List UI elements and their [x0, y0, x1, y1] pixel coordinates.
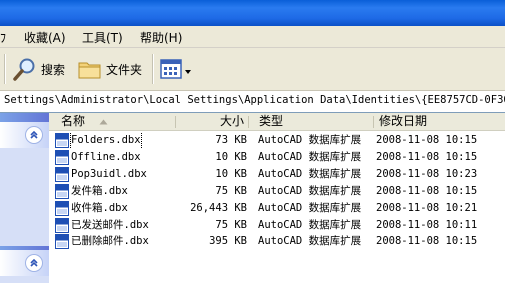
file-name-cell[interactable]: 收件箱.dbx [55, 200, 175, 217]
dbx-file-icon [55, 183, 69, 199]
views-icon [160, 58, 182, 80]
column-name[interactable]: 名称 [49, 113, 175, 130]
dbx-file-icon [55, 234, 69, 250]
table-row[interactable]: Offline.dbx 10 KB AutoCAD 数据库扩展 2008-11-08 … [49, 149, 505, 166]
task-section-body [0, 276, 49, 283]
file-name: Offline.dbx [71, 150, 141, 163]
file-name: 发件箱.dbx [71, 184, 128, 197]
file-modified: 2008-11-08 10:23 [376, 167, 478, 180]
column-modified[interactable]: 修改日期 [374, 113, 505, 130]
dbx-file-icon [55, 166, 69, 182]
menu-bar: ﾌ 收藏(A) 工具(T) 帮助(H) [0, 26, 505, 48]
file-modified: 2008-11-08 10:15 [376, 235, 478, 248]
menu-tools[interactable]: 工具(T) [82, 29, 123, 46]
file-type: AutoCAD 数据库扩展 [258, 150, 362, 163]
file-name: 已发送邮件.dbx [71, 218, 149, 231]
task-section-header[interactable] [0, 250, 49, 276]
menu-help[interactable]: 帮助(H) [140, 29, 182, 46]
search-label: 搜索 [41, 62, 66, 77]
file-type: AutoCAD 数据库扩展 [258, 201, 362, 214]
column-type-label: 类型 [259, 114, 284, 128]
file-name-cell[interactable]: 发件箱.dbx [55, 183, 175, 200]
column-header-row: 名称 大小 类型 修改日期 [49, 113, 505, 131]
chevron-up-icon[interactable] [25, 126, 43, 144]
toolbar-separator [4, 54, 6, 84]
menu-favorites[interactable]: 收藏(A) [24, 29, 66, 46]
column-name-label: 名称 [61, 114, 86, 128]
folders-button[interactable]: 文件夹 [78, 56, 142, 82]
dbx-file-icon [55, 200, 69, 216]
file-list[interactable]: 名称 大小 类型 修改日期 Folders.dbx 73 KB AutoCAD 数据… [49, 113, 505, 283]
folder-icon [78, 57, 102, 81]
file-type: AutoCAD 数据库扩展 [258, 218, 362, 231]
file-modified: 2008-11-08 10:15 [376, 150, 478, 163]
table-row[interactable]: Folders.dbx 73 KB AutoCAD 数据库扩展 2008-11-08 … [49, 132, 505, 149]
file-size: 10 KB [215, 150, 247, 163]
file-name: Pop3uidl.dbx [71, 167, 147, 180]
title-bar [0, 0, 505, 26]
sort-ascending-icon [99, 113, 108, 130]
table-row[interactable]: 已发送邮件.dbx 75 KB AutoCAD 数据库扩展 2008-11-08 10… [49, 217, 505, 234]
table-row[interactable]: 发件箱.dbx 75 KB AutoCAD 数据库扩展 2008-11-08 10:1… [49, 183, 505, 200]
table-row[interactable]: 收件箱.dbx 26,443 KB AutoCAD 数据库扩展 2008-11-08 … [49, 200, 505, 217]
column-size[interactable]: 大小 [176, 113, 248, 130]
file-size: 75 KB [215, 218, 247, 231]
address-bar[interactable]: Settings\Administrator\Local Settings\Ap… [0, 91, 505, 113]
file-name-cell[interactable]: 已发送邮件.dbx [55, 217, 175, 234]
search-button[interactable]: 搜索 [12, 56, 65, 82]
file-name-cell[interactable]: Pop3uidl.dbx [55, 166, 175, 183]
column-type[interactable]: 类型 [249, 113, 373, 130]
file-type: AutoCAD 数据库扩展 [258, 167, 362, 180]
folders-label: 文件夹 [106, 62, 143, 77]
chevron-down-icon[interactable] [184, 65, 192, 74]
table-row[interactable]: 已删除邮件.dbx 395 KB AutoCAD 数据库扩展 2008-11-08 1… [49, 233, 505, 250]
menu-view-partial[interactable]: ﾌ [0, 29, 6, 46]
file-size: 10 KB [215, 167, 247, 180]
file-modified: 2008-11-08 10:11 [376, 218, 478, 231]
column-size-label: 大小 [219, 114, 244, 128]
file-size: 26,443 KB [190, 201, 247, 214]
file-name-cell[interactable]: 已删除邮件.dbx [55, 233, 175, 250]
file-name: 已删除邮件.dbx [71, 235, 149, 248]
file-size: 73 KB [215, 134, 247, 146]
chevron-up-icon[interactable] [25, 254, 43, 272]
table-row[interactable]: Pop3uidl.dbx 10 KB AutoCAD 数据库扩展 2008-11-08… [49, 166, 505, 183]
file-modified: 2008-11-08 10:21 [376, 201, 478, 214]
file-size: 75 KB [215, 184, 247, 197]
file-modified: 2008-11-08 10:15 [376, 134, 478, 146]
file-modified: 2008-11-08 10:15 [376, 184, 478, 197]
toolbar: 搜索 文件夹 [0, 48, 505, 91]
toolbar-separator [152, 54, 154, 84]
views-button[interactable] [160, 56, 192, 82]
task-section-body [0, 148, 49, 246]
file-size: 395 KB [209, 235, 247, 248]
file-name: Folders.dbx [70, 132, 142, 149]
file-name-cell[interactable]: Folders.dbx [55, 132, 175, 149]
dbx-file-icon [55, 217, 69, 233]
file-name-cell[interactable]: Offline.dbx [55, 149, 175, 166]
dbx-file-icon [55, 149, 69, 165]
file-type: AutoCAD 数据库扩展 [258, 134, 362, 146]
file-type: AutoCAD 数据库扩展 [258, 184, 362, 197]
column-modified-label: 修改日期 [379, 114, 428, 128]
task-pane [0, 113, 49, 283]
address-path[interactable]: Settings\Administrator\Local Settings\Ap… [4, 94, 505, 106]
magnifier-icon [12, 56, 38, 82]
dbx-file-icon [55, 133, 69, 148]
task-section-header[interactable] [0, 122, 49, 148]
file-type: AutoCAD 数据库扩展 [258, 235, 362, 248]
file-name: 收件箱.dbx [71, 201, 128, 214]
